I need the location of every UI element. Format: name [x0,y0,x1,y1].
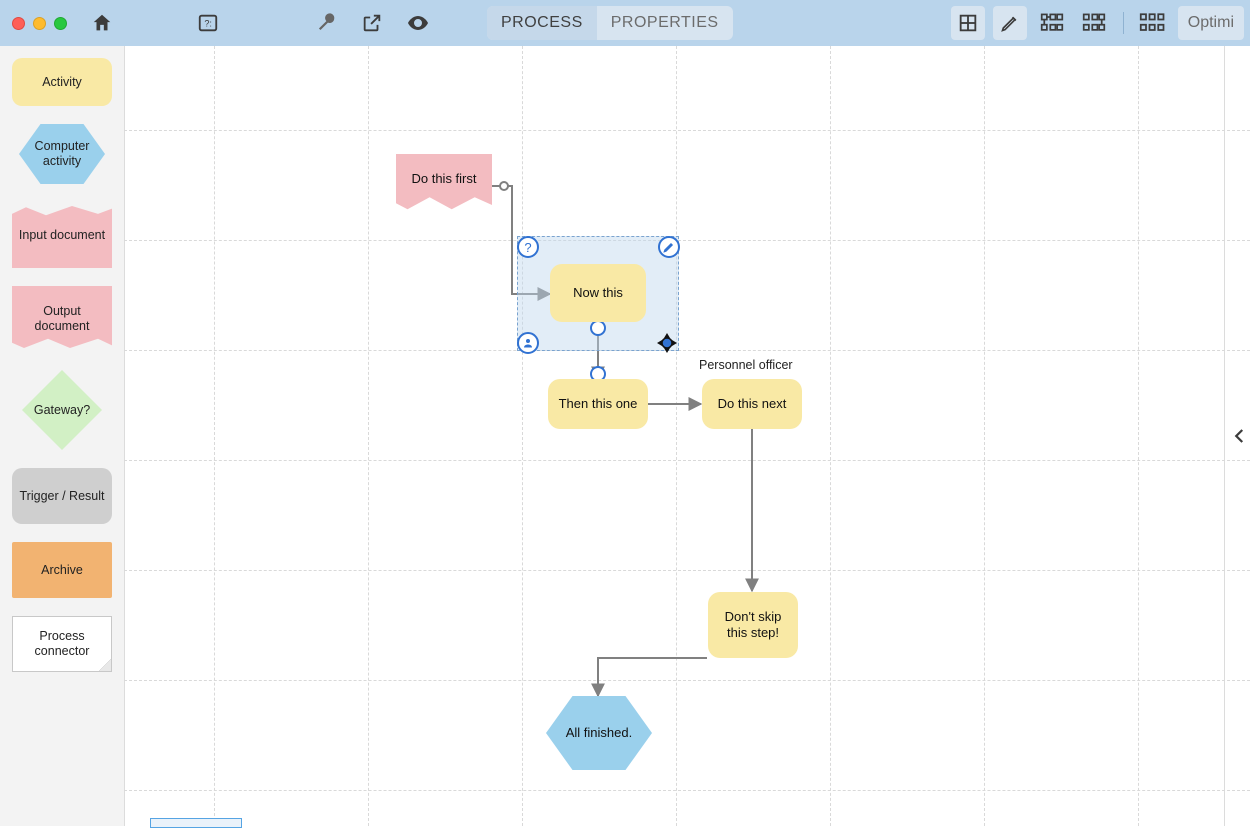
selection-user-badge[interactable] [517,332,539,354]
home-icon [91,12,113,34]
connectors-layer [124,46,1224,826]
optimi-button[interactable]: Optimi [1178,6,1244,40]
toolbar-separator [1123,12,1124,34]
right-panel-expand-handle[interactable] [1228,411,1250,461]
person-icon [522,337,534,349]
node-activity-then-this-one[interactable]: Then this one [548,379,648,429]
tab-process[interactable]: PROCESS [487,6,597,40]
pencil-icon [663,241,675,253]
edit-mode-button[interactable] [993,6,1027,40]
palette-sidebar: Activity Computer activity Input documen… [0,46,124,826]
open-external-icon [361,12,383,34]
node-activity-do-this-next[interactable]: Do this next [702,379,802,429]
layout-blocks-b-icon [1082,12,1106,34]
window-traffic-lights [6,17,67,30]
grid-line [1224,46,1225,826]
palette-input-document[interactable]: Input document [12,202,112,268]
selection-help-badge[interactable]: ? [517,236,539,258]
selection-edit-badge[interactable] [658,236,680,258]
selection-port-bottom[interactable] [590,320,606,336]
layout-1-button[interactable] [1035,6,1069,40]
node-activity-dont-skip[interactable]: Don't skip this step! [708,592,798,658]
grid-toggle-button[interactable] [951,6,985,40]
move-icon [655,331,679,355]
grid-icon [957,12,979,34]
palette-output-document[interactable]: Output document [12,286,112,352]
help-panel-icon: ?: [197,12,219,34]
svg-text:?:: ?: [204,19,212,29]
window-minimize-button[interactable] [33,17,46,30]
preview-button[interactable] [401,6,435,40]
palette-trigger-result[interactable]: Trigger / Result [12,468,112,524]
chevron-left-icon [1231,422,1249,450]
node-activity-now-this[interactable]: Now this [550,264,646,322]
open-external-button[interactable] [355,6,389,40]
palette-gateway[interactable]: Gateway? [22,370,102,450]
selection-move-handle[interactable] [654,330,680,356]
palette-process-connector[interactable]: Process connector [12,616,112,672]
window-zoom-button[interactable] [54,17,67,30]
tab-properties[interactable]: PROPERTIES [597,6,733,40]
palette-activity[interactable]: Activity [12,58,112,106]
layout-blocks-c-icon [1139,12,1167,34]
pencil-icon [1000,13,1020,33]
home-button[interactable] [85,6,119,40]
top-toolbar: ?: PROCESS PROPERTIES [0,0,1250,46]
wrench-button[interactable] [309,6,343,40]
role-label-personnel-officer: Personnel officer [699,358,793,372]
layout-blocks-a-icon [1040,12,1064,34]
window-close-button[interactable] [12,17,25,30]
wrench-icon [315,12,337,34]
palette-computer-activity[interactable]: Computer activity [19,124,105,184]
help-panel-button[interactable]: ?: [191,6,225,40]
eye-icon [406,11,430,35]
canvas[interactable]: Do this first ? Now this Then this one D… [124,46,1250,826]
palette-archive[interactable]: Archive [12,542,112,598]
layout-3-button[interactable] [1136,6,1170,40]
view-tabs: PROCESS PROPERTIES [487,6,733,40]
layout-2-button[interactable] [1077,6,1111,40]
